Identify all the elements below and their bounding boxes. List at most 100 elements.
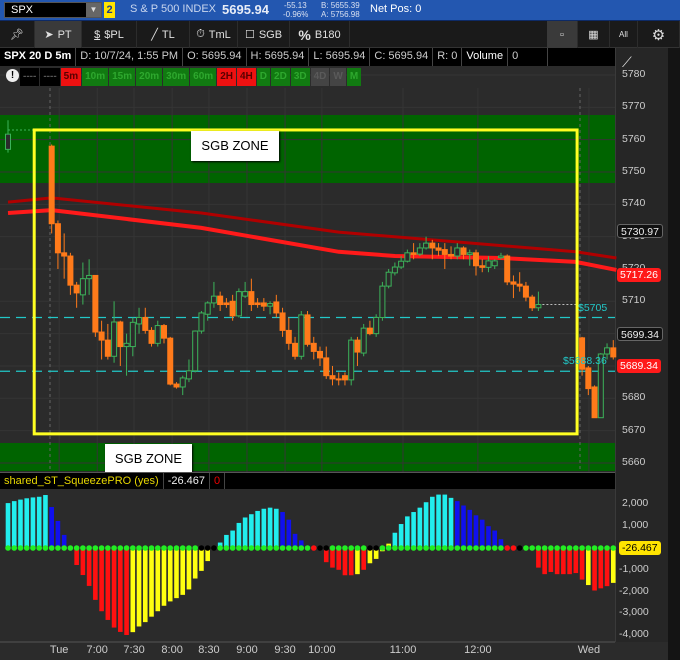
candle-down <box>354 339 361 353</box>
chart-canvas[interactable] <box>0 0 680 660</box>
candle-down <box>285 329 292 344</box>
bar-open: O: 5695.94 <box>183 48 247 66</box>
squeeze-dot <box>304 545 311 551</box>
study-panel-bg <box>0 488 615 642</box>
timeframe-2H[interactable]: 2H <box>217 68 236 86</box>
histogram-bar <box>18 499 23 548</box>
histogram-bar <box>610 548 616 583</box>
price-tick-label: 5760 <box>622 132 646 145</box>
squeeze-dot <box>86 545 92 551</box>
squeeze-dot <box>448 545 454 551</box>
sgb-rectangle <box>32 128 579 436</box>
timeframe-5m[interactable]: 5m <box>60 68 82 86</box>
histogram-bar <box>186 548 192 590</box>
squeeze-dot <box>67 545 74 551</box>
squeeze-dot <box>236 545 242 551</box>
timeframe-M[interactable]: M <box>346 68 362 86</box>
alert-icon[interactable]: ! <box>6 69 19 82</box>
candle-down <box>591 386 598 419</box>
squeeze-dot <box>548 545 554 551</box>
histogram-bar <box>479 519 485 548</box>
time-tick-label: Wed <box>577 644 601 656</box>
candle-down <box>473 252 479 267</box>
candle-up <box>267 303 274 307</box>
histogram-bar <box>405 516 410 548</box>
timeframe-4D[interactable]: 4D <box>310 68 330 86</box>
study-tick-label: 1,000 <box>622 519 649 532</box>
candle-down <box>279 312 286 331</box>
candle-down <box>148 329 155 344</box>
candle-down <box>317 350 323 359</box>
histogram-bar <box>554 548 560 575</box>
squeeze-dot <box>242 545 248 551</box>
squeeze-dot <box>148 545 155 551</box>
squeeze-dot <box>604 545 610 551</box>
squeeze-dot <box>142 545 149 551</box>
candle-up <box>466 252 473 255</box>
histogram-bar <box>330 548 335 568</box>
squeeze-dot <box>560 545 567 551</box>
histogram-bar <box>111 548 117 628</box>
timeframe-3D[interactable]: 3D <box>290 68 310 86</box>
histogram-bar <box>598 548 604 589</box>
candle-down <box>441 249 448 255</box>
timeframe-30m[interactable]: 30m <box>163 68 190 86</box>
candle-up <box>485 260 492 268</box>
timeframe-empty-0[interactable]: ---- <box>20 68 40 86</box>
histogram-bar <box>130 548 136 633</box>
squeeze-dot <box>317 545 323 551</box>
histogram-bar <box>361 548 366 570</box>
squeeze-dot <box>223 545 230 551</box>
timeframe-2D[interactable]: 2D <box>271 68 290 86</box>
squeeze-dot <box>373 545 379 551</box>
timeframe-D[interactable]: D <box>256 68 271 86</box>
squeeze-dot <box>17 545 24 551</box>
candle-down <box>104 339 111 357</box>
histogram-bar <box>442 494 448 548</box>
candle-down <box>610 347 617 358</box>
candle-down <box>429 242 436 249</box>
squeeze-dot <box>154 545 161 551</box>
squeeze-dot <box>404 545 411 551</box>
candle-down <box>410 252 417 255</box>
histogram-bar <box>573 548 579 574</box>
timeframe-bar: ---- ---- 5m 10m 15m 20m 30m 60m 2H 4H D 2D 3D 4D W M <box>20 68 362 86</box>
level-label-5705: $5705 <box>578 302 608 314</box>
candle-down <box>366 327 373 335</box>
histogram-bar <box>136 548 142 627</box>
timeframe-W[interactable]: W <box>330 68 346 86</box>
squeeze-dot <box>410 545 417 551</box>
squeeze-dot <box>229 545 236 551</box>
squeeze-dot <box>167 545 174 551</box>
timeframe-15m[interactable]: 15m <box>109 68 136 86</box>
squeeze-dot <box>248 545 255 551</box>
histogram-bar <box>423 502 429 548</box>
timeframe-4H[interactable]: 4H <box>236 68 256 86</box>
histogram-bar <box>124 548 129 635</box>
timeframe-60m[interactable]: 60m <box>190 68 217 86</box>
level-label-5688: $5688.36 <box>563 355 607 367</box>
bar-date: D: 10/7/24, 1:55 PM <box>76 48 184 66</box>
candle-down <box>161 325 167 339</box>
histogram-bar <box>11 501 17 548</box>
histogram-bar <box>261 508 267 548</box>
candle-up <box>198 312 205 332</box>
candle-up <box>111 321 118 357</box>
study-name[interactable]: shared_ST_SqueezePRO (yes) <box>0 473 164 489</box>
histogram-bar <box>536 548 541 568</box>
candle-down <box>67 255 74 286</box>
candle-up <box>391 266 398 274</box>
histogram-bar <box>105 548 111 620</box>
timeframe-20m[interactable]: 20m <box>136 68 163 86</box>
candle-down <box>310 342 317 352</box>
squeeze-dot <box>435 545 442 551</box>
squeeze-dot <box>516 545 523 551</box>
histogram-bar <box>592 548 597 591</box>
histogram-bar <box>604 548 610 587</box>
timeframe-10m[interactable]: 10m <box>82 68 109 86</box>
histogram-bar <box>286 519 292 548</box>
candle-down <box>522 285 529 298</box>
price-tick-label: 5780 <box>622 68 646 80</box>
timeframe-empty-1[interactable]: ---- <box>40 68 60 86</box>
squeeze-dot <box>192 545 198 551</box>
